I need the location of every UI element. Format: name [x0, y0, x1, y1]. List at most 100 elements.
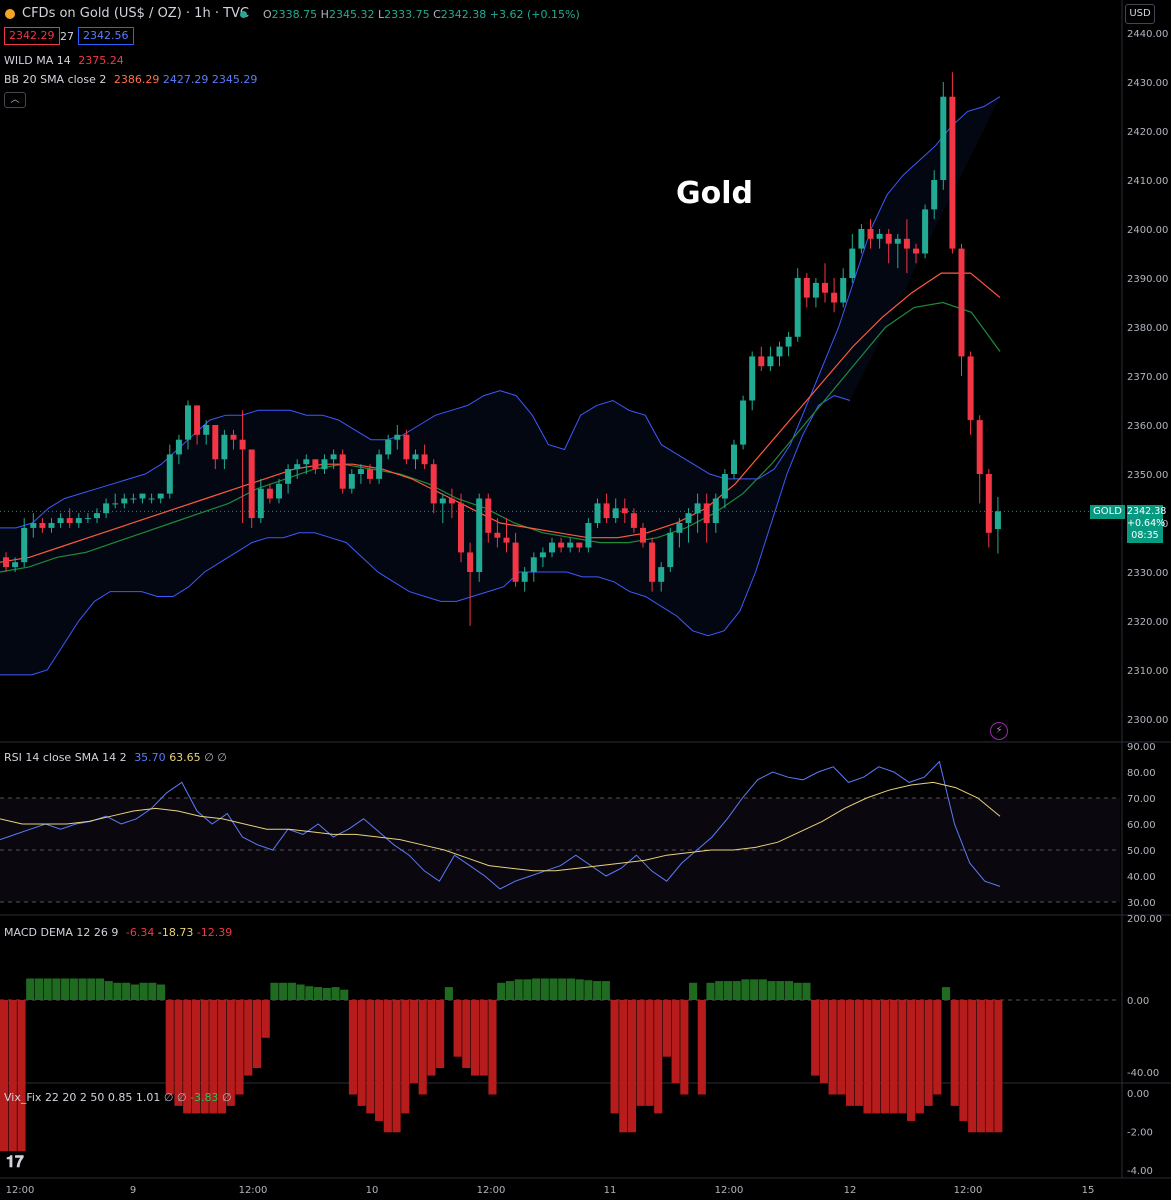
macd-hist-bar — [313, 987, 323, 1000]
macd-hist-bar — [235, 1000, 244, 1095]
price-tick-label: 2420.00 — [1127, 127, 1168, 138]
macd-hist-bar — [811, 1000, 820, 1076]
macd-hist-bar — [270, 982, 279, 1000]
macd-hist-bar — [69, 978, 78, 1000]
lightning-icon[interactable]: ⚡ — [990, 722, 1008, 740]
macd-hist-bar — [104, 981, 113, 1000]
macd-hist-bar — [584, 980, 593, 1000]
candle-body — [403, 434, 410, 460]
symbol-title[interactable]: CFDs on Gold (US$ / OZ) · 1h · TVC — [22, 6, 249, 21]
candle-body — [130, 498, 137, 500]
candle-body — [549, 542, 555, 553]
macd-label: MACD DEMA 12 26 9 — [4, 926, 119, 939]
time-tick-label: 15 — [1082, 1185, 1095, 1196]
price-tick-label: 2410.00 — [1127, 176, 1168, 187]
buy-price-button[interactable]: 2342.56 — [78, 27, 134, 45]
vix-value: -3.83 — [190, 1091, 219, 1104]
candle-body — [376, 454, 383, 479]
macd-hist-bar — [846, 1000, 855, 1106]
bb-legend[interactable]: BB 20 SMA close 2 2386.29 2427.29 2345.2… — [4, 73, 257, 86]
bb-basis: 2386.29 — [113, 73, 160, 86]
candle-body — [558, 542, 565, 548]
macd-hist-bar — [287, 982, 296, 1000]
macd-hist-bar — [52, 978, 61, 1000]
candle-body — [476, 498, 483, 572]
candle-body — [448, 498, 455, 504]
candle-body — [849, 248, 856, 278]
candle-body — [976, 420, 983, 474]
macd-hist-bar — [34, 978, 44, 1000]
macd-hist-bar — [305, 986, 314, 1000]
macd-hist-bar — [662, 1000, 671, 1057]
candle-body — [567, 542, 574, 548]
candle-body — [512, 542, 519, 582]
tradingview-logo[interactable]: 𝟏𝟕 — [6, 1152, 24, 1172]
sell-price-button[interactable]: 2342.29 — [4, 27, 60, 45]
macd-hist-bar — [470, 1000, 480, 1076]
macd-hist-bar — [706, 982, 715, 1000]
candle-body — [330, 454, 337, 460]
macd-legend[interactable]: MACD DEMA 12 26 9 -6.34 -18.73 -12.39 — [4, 926, 232, 939]
macd-hist-bar — [130, 984, 139, 1000]
candle-body — [949, 96, 956, 249]
macd-hist-bar — [148, 982, 157, 1000]
bb-label: BB 20 SMA close 2 — [4, 73, 107, 86]
macd-hist-bar — [776, 981, 785, 1000]
last-change: +0.64% — [1127, 518, 1166, 529]
wild-ma-legend[interactable]: WILD MA 14 2375.24 — [4, 54, 124, 67]
vix-legend[interactable]: Vix_Fix 22 20 2 50 0.85 1.01 ∅ ∅ -3.83 ∅ — [4, 1091, 232, 1104]
gold-annotation[interactable]: Gold — [676, 176, 753, 211]
candle-body — [894, 238, 901, 244]
candle-body — [166, 454, 173, 494]
candle-body — [885, 233, 892, 244]
candle-body — [467, 552, 474, 572]
macd-hist-bar — [95, 978, 105, 1000]
vix-tick-label: -2.00 — [1127, 1128, 1153, 1139]
macd-hist-bar — [0, 1000, 9, 1152]
candle-body — [312, 459, 319, 470]
macd-hist-bar — [532, 978, 541, 1000]
rsi-legend[interactable]: RSI 14 close SMA 14 2 35.70 63.65 ∅ ∅ — [4, 751, 227, 764]
candle-body — [439, 498, 446, 504]
candle-body — [903, 238, 910, 249]
candle-body — [985, 474, 992, 533]
macd-tick-label: 200.00 — [1127, 914, 1162, 925]
macd-hist-bar — [462, 1000, 471, 1069]
macd-hist-bar — [226, 1000, 235, 1106]
macd-hist-bar — [758, 979, 767, 1000]
macd-hist-bar — [444, 987, 453, 1000]
price-tick-label: 2370.00 — [1127, 372, 1168, 383]
candle-body — [212, 425, 219, 460]
candle-body — [785, 336, 792, 347]
candle-body — [48, 523, 55, 528]
candle-body — [794, 278, 801, 337]
candle-body — [712, 498, 719, 523]
macd-hist-bar — [741, 979, 750, 1000]
candle-body — [121, 498, 128, 504]
macd-hist-bar — [427, 1000, 436, 1076]
macd-hist-bar — [366, 1000, 375, 1114]
macd-hist-bar — [497, 982, 506, 1000]
macd-hist-bar — [619, 1000, 628, 1133]
macd-hist-bar — [671, 1000, 680, 1084]
macd-hist-bar — [488, 1000, 497, 1095]
candle-body — [994, 511, 1001, 530]
macd-hist-bar — [854, 1000, 863, 1106]
macd-hist-bar — [767, 981, 776, 1000]
candle-body — [721, 474, 728, 499]
collapse-legend-button[interactable]: ︿ — [4, 92, 26, 108]
time-tick-label: 12 — [844, 1185, 857, 1196]
candle-body — [640, 527, 646, 543]
time-tick-label: 12:00 — [954, 1185, 983, 1196]
time-tick-label: 12:00 — [715, 1185, 744, 1196]
macd-hist-bar — [331, 987, 340, 1000]
macd-hist-bar — [819, 1000, 828, 1084]
macd-hist-bar — [802, 982, 811, 1000]
bb-lower: 2345.29 — [211, 73, 258, 86]
currency-button[interactable]: USD — [1125, 4, 1155, 24]
candle-body — [394, 434, 401, 440]
macd-hist-bar — [340, 989, 349, 1000]
candle-body — [294, 464, 301, 470]
ohlc-c-label: C — [433, 8, 441, 21]
macd-hist-bar — [418, 1000, 427, 1095]
